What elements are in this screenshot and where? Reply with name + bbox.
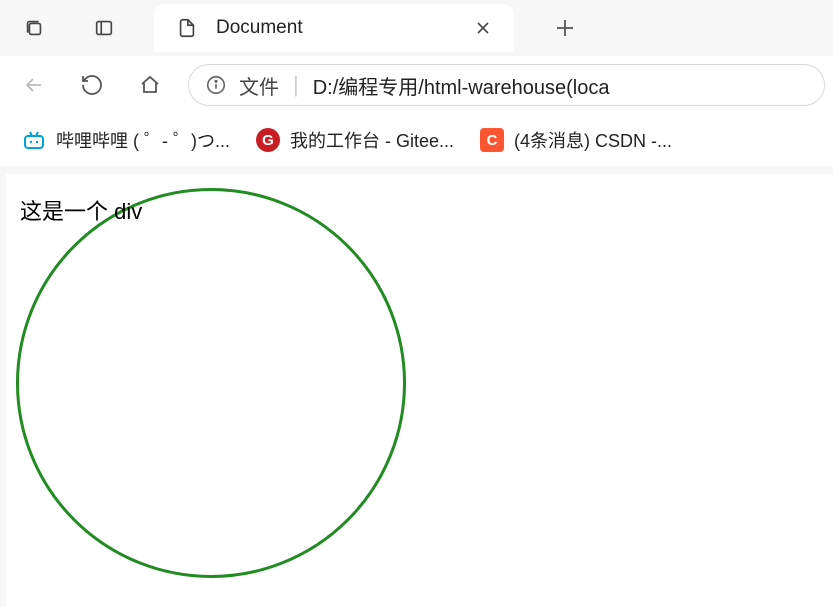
bookmark-bilibili[interactable]: 哔哩哔哩 ( ゜- ゜)つ... [22, 127, 230, 153]
home-icon [138, 73, 162, 97]
div-text: 这是一个 div [20, 194, 142, 226]
csdn-icon: C [480, 128, 504, 152]
bookmark-label: 我的工作台 - Gitee... [290, 127, 454, 153]
document-icon [176, 17, 198, 39]
bookmark-label: (4条消息) CSDN -... [514, 127, 672, 153]
new-tab-button[interactable] [544, 7, 586, 49]
bookmark-csdn[interactable]: C (4条消息) CSDN -... [480, 127, 672, 153]
address-separator: | [293, 72, 299, 98]
back-button[interactable] [8, 63, 60, 107]
bookmarks-bar: 哔哩哔哩 ( ゜- ゜)つ... G 我的工作台 - Gitee... C (4… [0, 114, 833, 166]
refresh-icon [80, 73, 104, 97]
bilibili-icon [22, 128, 46, 152]
address-type-label: 文件 [239, 71, 279, 100]
vertical-tabs-icon[interactable] [84, 8, 124, 48]
bookmark-label: 哔哩哔哩 ( ゜- ゜)つ... [56, 127, 230, 153]
plus-icon [555, 18, 575, 38]
gitee-icon: G [256, 128, 280, 152]
toolbar: 文件 | D:/编程专用/html-warehouse(loca [0, 56, 833, 114]
home-button[interactable] [124, 63, 176, 107]
tab-actions-icon[interactable] [14, 8, 54, 48]
browser-tab[interactable]: Document [154, 4, 514, 52]
address-bar[interactable]: 文件 | D:/编程专用/html-warehouse(loca [188, 64, 825, 106]
page-viewport: 这是一个 div [6, 174, 833, 607]
address-url: D:/编程专用/html-warehouse(loca [313, 71, 610, 100]
arrow-left-icon [22, 73, 46, 97]
bookmark-gitee[interactable]: G 我的工作台 - Gitee... [256, 127, 454, 153]
site-info-icon[interactable] [205, 74, 227, 96]
green-circle-div [16, 188, 406, 578]
tab-title: Document [216, 17, 470, 39]
refresh-button[interactable] [66, 63, 118, 107]
close-icon [475, 20, 491, 36]
window-tab-strip: Document [0, 0, 833, 56]
close-tab-button[interactable] [470, 15, 496, 41]
